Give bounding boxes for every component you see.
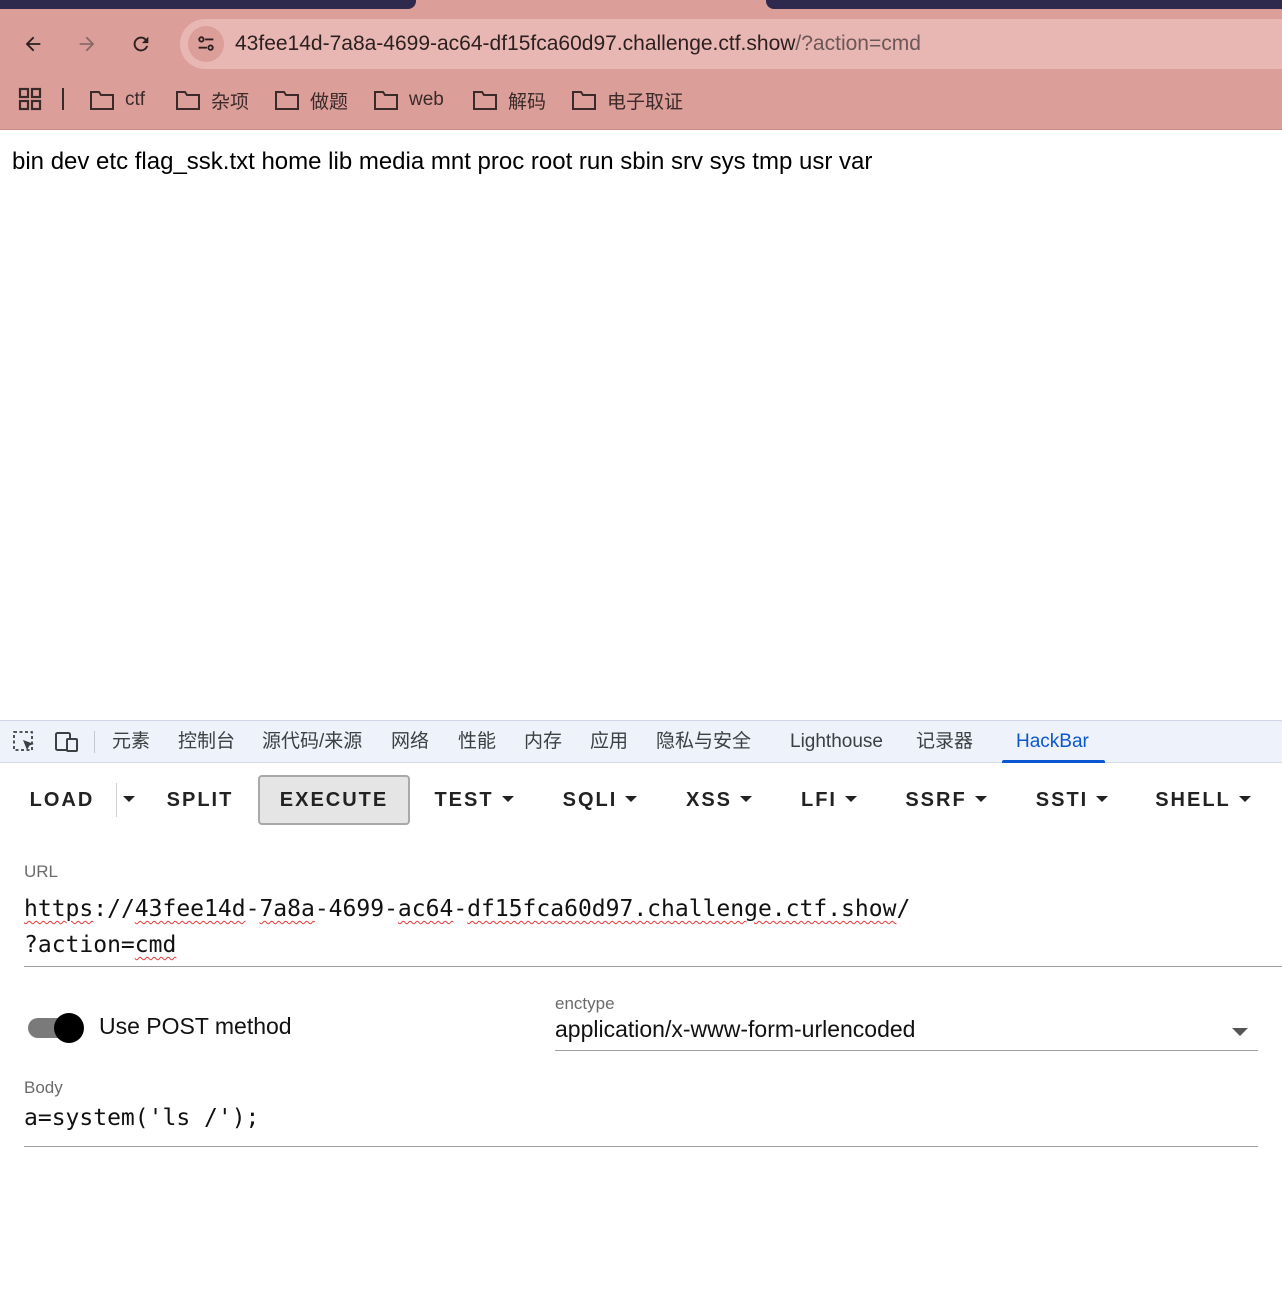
back-button[interactable] xyxy=(15,26,51,62)
forward-button[interactable] xyxy=(69,26,105,62)
body-textarea[interactable]: a=system('ls /'); xyxy=(24,1105,1258,1147)
address-path: /?action=cmd xyxy=(795,32,921,55)
caret-down-icon xyxy=(625,796,638,803)
bookmarks-separator xyxy=(62,88,64,110)
body-label: Body xyxy=(24,1078,63,1097)
address-bar[interactable]: 43fee14d-7a8a-4699-ac64-df15fca60d97.cha… xyxy=(180,19,1282,69)
apps-grid-icon[interactable] xyxy=(18,87,42,111)
url-line-1: https://43fee14d-7a8a-4699-ac64-df15fca6… xyxy=(24,896,911,922)
split-button[interactable]: SPLIT xyxy=(158,775,242,825)
load-button[interactable]: LOAD xyxy=(22,775,102,825)
enctype-select[interactable]: application/x-www-form-urlencoded xyxy=(555,1016,1258,1051)
bookmark-folder-decode[interactable]: 解码 xyxy=(472,86,546,114)
caret-down-icon xyxy=(974,796,987,803)
devtools-panel: 元素 控制台 源代码/来源 网络 性能 内存 应用 隐私与安全 Lighthou… xyxy=(0,720,1282,1304)
caret-down-icon xyxy=(501,796,514,803)
command-output: bin dev etc flag_ssk.txt home lib media … xyxy=(12,148,873,175)
tab-recorder[interactable]: 记录器 xyxy=(916,721,973,763)
body-value: a=system('ls /'); xyxy=(24,1105,260,1131)
caret-down-icon xyxy=(1238,796,1251,803)
hackbar-toolbar: LOAD SPLIT EXECUTE TEST SQLI XSS LFI SSR… xyxy=(0,763,1282,833)
bookmark-folder-forensics[interactable]: 电子取证 xyxy=(571,86,683,114)
tab-console[interactable]: 控制台 xyxy=(178,721,235,763)
sqli-menu-button[interactable]: SQLI xyxy=(556,775,644,825)
folder-icon xyxy=(473,91,497,110)
load-separator xyxy=(116,783,117,817)
tab-application[interactable]: 应用 xyxy=(590,721,628,763)
browser-tab-right[interactable] xyxy=(766,0,1282,9)
lfi-menu-button[interactable]: LFI xyxy=(796,775,862,825)
browser-chrome: 43fee14d-7a8a-4699-ac64-df15fca60d97.cha… xyxy=(0,0,1282,130)
device-toolbar-icon[interactable] xyxy=(54,730,80,754)
caret-down-icon xyxy=(845,796,857,803)
arrow-right-icon xyxy=(79,36,95,52)
tab-elements[interactable]: 元素 xyxy=(112,721,150,763)
xss-menu-button[interactable]: XSS xyxy=(680,775,758,825)
url-line-2: ?action=cmd xyxy=(24,932,177,958)
bookmarks-bar: ctf 杂项 做题 web 解码 电子取证 xyxy=(0,82,1282,118)
folder-icon xyxy=(374,91,398,110)
post-method-toggle[interactable] xyxy=(26,1013,86,1043)
tab-memory[interactable]: 内存 xyxy=(524,721,562,763)
address-url[interactable]: 43fee14d-7a8a-4699-ac64-df15fca60d97.cha… xyxy=(235,31,921,57)
toggle-knob xyxy=(54,1013,84,1043)
browser-tab-left[interactable] xyxy=(0,0,416,9)
post-method-label[interactable]: Use POST method xyxy=(99,1013,292,1040)
reload-button[interactable] xyxy=(123,26,159,62)
tune-icon xyxy=(198,36,214,51)
url-label: URL xyxy=(24,862,59,881)
load-menu-button[interactable] xyxy=(118,775,140,825)
tab-hackbar[interactable]: HackBar xyxy=(1002,721,1105,763)
inspect-element-icon[interactable] xyxy=(12,730,38,754)
bookmark-folder-misc[interactable]: 杂项 xyxy=(175,86,249,114)
folder-icon xyxy=(90,91,114,110)
address-host: 43fee14d-7a8a-4699-ac64-df15fca60d97.cha… xyxy=(235,32,796,55)
folder-icon xyxy=(176,91,200,110)
bookmark-folder-web[interactable]: web xyxy=(373,86,444,114)
caret-down-icon xyxy=(123,796,135,803)
devtools-tabbar: 元素 控制台 源代码/来源 网络 性能 内存 应用 隐私与安全 Lighthou… xyxy=(0,721,1282,763)
reload-icon xyxy=(133,36,149,52)
bookmark-folder-practice[interactable]: 做题 xyxy=(274,86,348,114)
url-textarea[interactable]: https://43fee14d-7a8a-4699-ac64-df15fca6… xyxy=(24,891,1282,967)
enctype-label: enctype xyxy=(555,994,615,1013)
devtools-divider xyxy=(94,731,95,753)
ssti-menu-button[interactable]: SSTI xyxy=(1030,775,1114,825)
tab-performance[interactable]: 性能 xyxy=(458,721,496,763)
dropdown-arrow-icon xyxy=(1232,1028,1248,1036)
tab-strip xyxy=(0,0,1282,9)
test-menu-button[interactable]: TEST xyxy=(428,775,520,825)
tab-privacy-security[interactable]: 隐私与安全 xyxy=(656,721,751,763)
caret-down-icon xyxy=(740,796,753,803)
ssrf-menu-button[interactable]: SSRF xyxy=(900,775,992,825)
folder-icon xyxy=(572,91,596,110)
enctype-value: application/x-www-form-urlencoded xyxy=(555,1016,916,1042)
tab-sources[interactable]: 源代码/来源 xyxy=(262,721,362,763)
bookmark-folder-ctf[interactable]: ctf xyxy=(89,86,145,114)
caret-down-icon xyxy=(1096,796,1109,803)
site-info-button[interactable] xyxy=(188,26,224,62)
arrow-left-icon xyxy=(25,36,41,52)
execute-button[interactable]: EXECUTE xyxy=(258,775,410,825)
folder-icon xyxy=(275,91,299,110)
tab-lighthouse[interactable]: Lighthouse xyxy=(790,721,883,763)
shell-menu-button[interactable]: SHELL xyxy=(1152,775,1254,825)
tab-network[interactable]: 网络 xyxy=(391,721,429,763)
